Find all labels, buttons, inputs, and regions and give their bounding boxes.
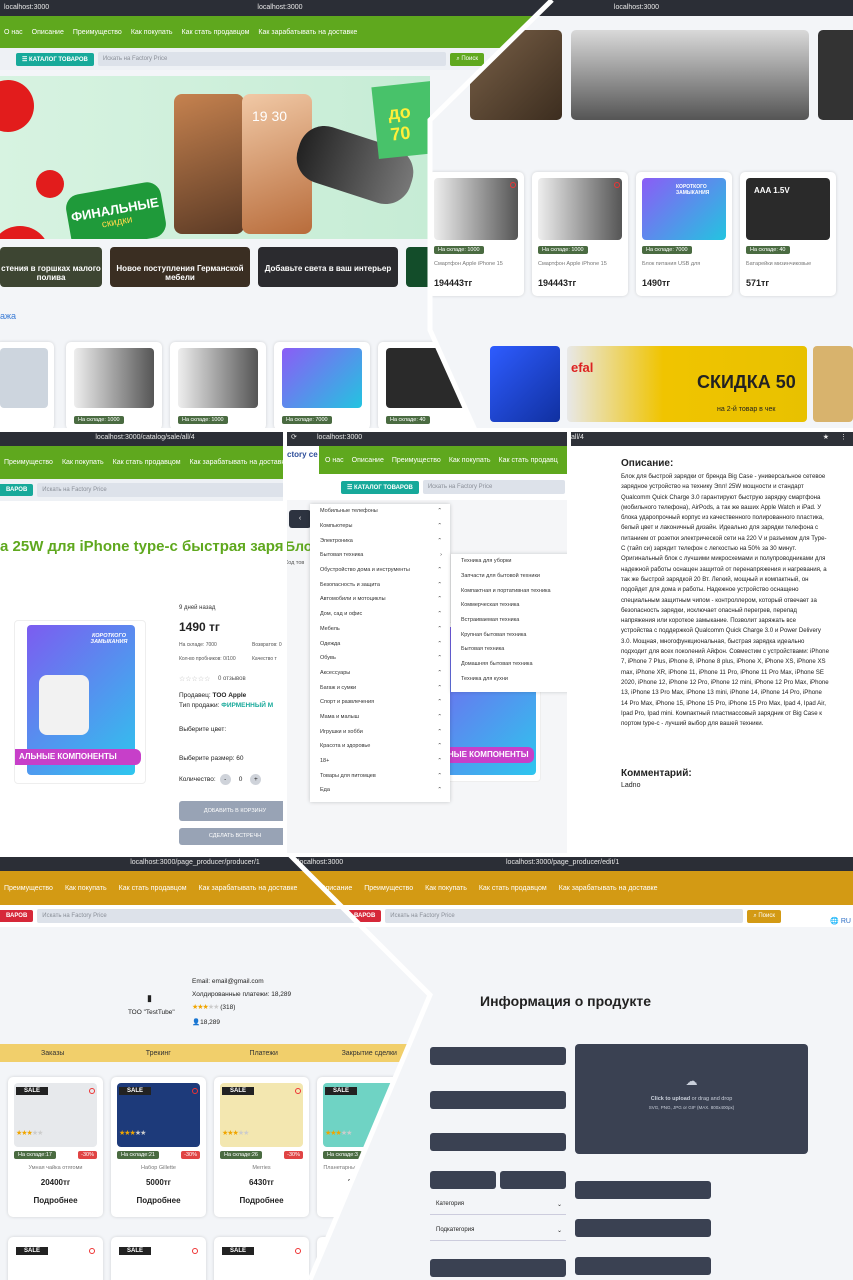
divider-line (288, 853, 433, 1280)
collage-dividers (0, 0, 853, 1280)
divider-line (427, 0, 554, 432)
